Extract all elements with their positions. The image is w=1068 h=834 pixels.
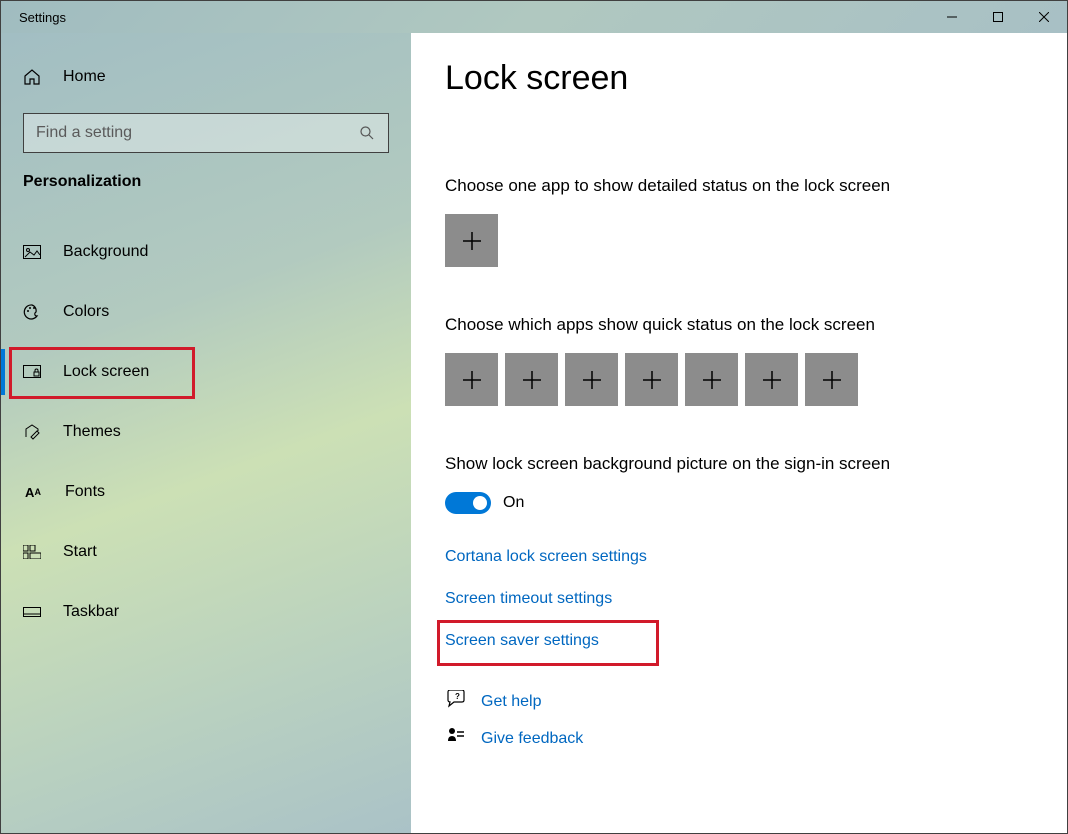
add-quick-app-button[interactable] [565, 353, 618, 406]
add-quick-app-button[interactable] [445, 353, 498, 406]
minimize-button[interactable] [929, 1, 975, 33]
window-title: Settings [1, 10, 929, 25]
quick-status-label: Choose which apps show quick status on t… [445, 315, 1033, 335]
sidebar-item-start[interactable]: Start [1, 529, 411, 575]
detailed-status-label: Choose one app to show detailed status o… [445, 176, 1033, 196]
fonts-icon: AA [23, 483, 43, 501]
link-screen-saver[interactable]: Screen saver settings [445, 632, 599, 650]
page-title: Lock screen [445, 59, 1033, 98]
sidebar-item-themes[interactable]: Themes [1, 409, 411, 455]
nav-home-label: Home [63, 68, 106, 86]
add-quick-app-button[interactable] [625, 353, 678, 406]
start-icon [23, 543, 41, 561]
lock-screen-icon [23, 363, 41, 381]
sidebar-item-label: Fonts [65, 483, 105, 501]
titlebar: Settings [1, 1, 1067, 33]
sidebar-item-fonts[interactable]: AA Fonts [1, 469, 411, 515]
add-detailed-app-button[interactable] [445, 214, 498, 267]
add-quick-app-button[interactable] [805, 353, 858, 406]
sidebar-item-label: Colors [63, 303, 109, 321]
maximize-button[interactable] [975, 1, 1021, 33]
search-placeholder: Find a setting [36, 124, 358, 142]
sidebar: Home Find a setting Personalization Back… [1, 33, 411, 833]
home-icon [23, 68, 41, 86]
link-screen-timeout[interactable]: Screen timeout settings [445, 590, 612, 608]
show-bg-toggle[interactable] [445, 492, 491, 514]
sidebar-item-label: Taskbar [63, 603, 119, 621]
link-get-help[interactable]: Get help [481, 693, 541, 711]
main-content: Lock screen Choose one app to show detai… [411, 33, 1067, 833]
sidebar-item-label: Lock screen [63, 363, 149, 381]
taskbar-icon [23, 603, 41, 621]
sidebar-item-colors[interactable]: Colors [1, 289, 411, 335]
sidebar-item-label: Themes [63, 423, 121, 441]
toggle-state: On [503, 494, 524, 512]
search-icon [358, 124, 376, 142]
add-quick-app-button[interactable] [505, 353, 558, 406]
themes-icon [23, 423, 41, 441]
add-quick-app-button[interactable] [685, 353, 738, 406]
help-icon: ? [445, 690, 467, 713]
sidebar-item-background[interactable]: Background [1, 229, 411, 275]
active-indicator [1, 349, 5, 395]
svg-text:?: ? [455, 692, 460, 701]
add-quick-app-button[interactable] [745, 353, 798, 406]
link-cortana-settings[interactable]: Cortana lock screen settings [445, 548, 647, 566]
close-button[interactable] [1021, 1, 1067, 33]
link-give-feedback[interactable]: Give feedback [481, 730, 583, 748]
show-bg-label: Show lock screen background picture on t… [445, 454, 1033, 474]
sidebar-category: Personalization [1, 173, 411, 191]
picture-icon [23, 243, 41, 261]
sidebar-item-lock-screen[interactable]: Lock screen [1, 349, 411, 395]
palette-icon [23, 303, 41, 321]
nav-home[interactable]: Home [1, 49, 411, 105]
sidebar-item-taskbar[interactable]: Taskbar [1, 589, 411, 635]
feedback-icon [445, 727, 467, 750]
sidebar-item-label: Background [63, 243, 148, 261]
sidebar-item-label: Start [63, 543, 97, 561]
search-input[interactable]: Find a setting [23, 113, 389, 153]
